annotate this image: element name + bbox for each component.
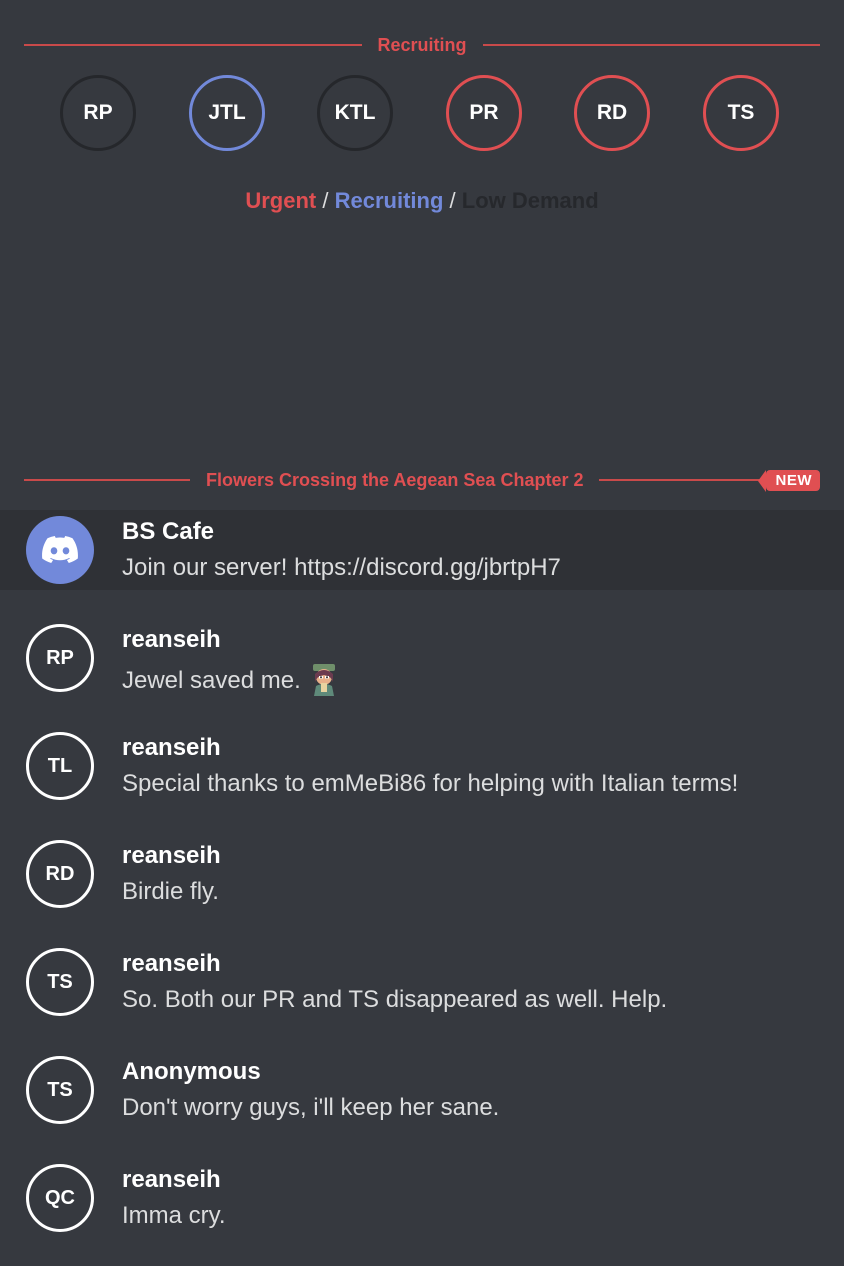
avatar[interactable]: RD [26,840,94,908]
message-item[interactable]: RP reanseih Jewel saved me. [0,618,844,698]
message-author[interactable]: Anonymous [122,1058,261,1086]
divider-line-right [482,44,821,46]
message-text: Imma cry. [122,1202,226,1229]
legend-recruiting: Recruiting [334,188,444,213]
legend-low-demand: Low Demand [461,188,599,213]
chapter-divider: Flowers Crossing the Aegean Sea Chapter … [24,469,820,492]
legend-urgent: Urgent [245,188,317,213]
jewel-character-emoji-icon [312,664,335,696]
role-circle-jtl[interactable]: JTL [189,75,265,151]
message-author[interactable]: reanseih [122,842,221,870]
message-author[interactable]: reanseih [122,734,221,762]
discord-logo-icon[interactable] [26,516,94,584]
message-item[interactable]: RD reanseih Birdie fly. [0,834,844,914]
message-item[interactable]: QC reanseih Imma cry. [0,1158,844,1238]
message-author[interactable]: reanseih [122,950,221,978]
avatar[interactable]: TS [26,1056,94,1124]
recruiting-divider: Recruiting [24,34,821,55]
role-circle-rd[interactable]: RD [574,75,650,151]
role-circle-ts[interactable]: TS [703,75,779,151]
avatar[interactable]: QC [26,1164,94,1232]
message-author[interactable]: reanseih [122,626,221,654]
message-item[interactable]: BS Cafe Join our server! https://discord… [0,510,844,590]
new-badge: NEW [757,469,820,492]
avatar[interactable]: TL [26,732,94,800]
message-item[interactable]: TL reanseih Special thanks to emMeBi86 f… [0,726,844,806]
chapter-title: Flowers Crossing the Aegean Sea Chapter … [206,469,584,490]
divider-line-right [599,479,766,481]
avatar[interactable]: TS [26,948,94,1016]
message-item[interactable]: TS Anonymous Don't worry guys, i'll keep… [0,1050,844,1130]
message-text: Don't worry guys, i'll keep her sane. [122,1094,500,1121]
recruiting-title: Recruiting [377,34,467,55]
role-circle-rp[interactable]: RP [60,75,136,151]
message-text: Special thanks to emMeBi86 for helping w… [122,770,739,797]
message-author[interactable]: BS Cafe [122,518,214,546]
message-item[interactable]: TS reanseih So. Both our PR and TS disap… [0,942,844,1022]
legend-separator: / [322,188,329,213]
role-circle-pr[interactable]: PR [446,75,522,151]
role-circle-ktl[interactable]: KTL [317,75,393,151]
status-legend: Urgent / Recruiting / Low Demand [0,188,844,214]
message-text: So. Both our PR and TS disappeared as we… [122,986,668,1013]
avatar[interactable]: RP [26,624,94,692]
message-text-container: Jewel saved me. [122,662,341,696]
divider-line-left [24,479,191,481]
discord-logo-icon [42,536,78,563]
message-text: Jewel saved me. [122,667,301,694]
message-author[interactable]: reanseih [122,1166,221,1194]
legend-separator: / [449,188,456,213]
role-circles: RP JTL KTL PR RD TS [60,75,784,157]
message-text: Birdie fly. [122,878,219,905]
message-text: Join our server! https://discord.gg/jbrt… [122,554,561,581]
divider-line-left [24,44,362,46]
